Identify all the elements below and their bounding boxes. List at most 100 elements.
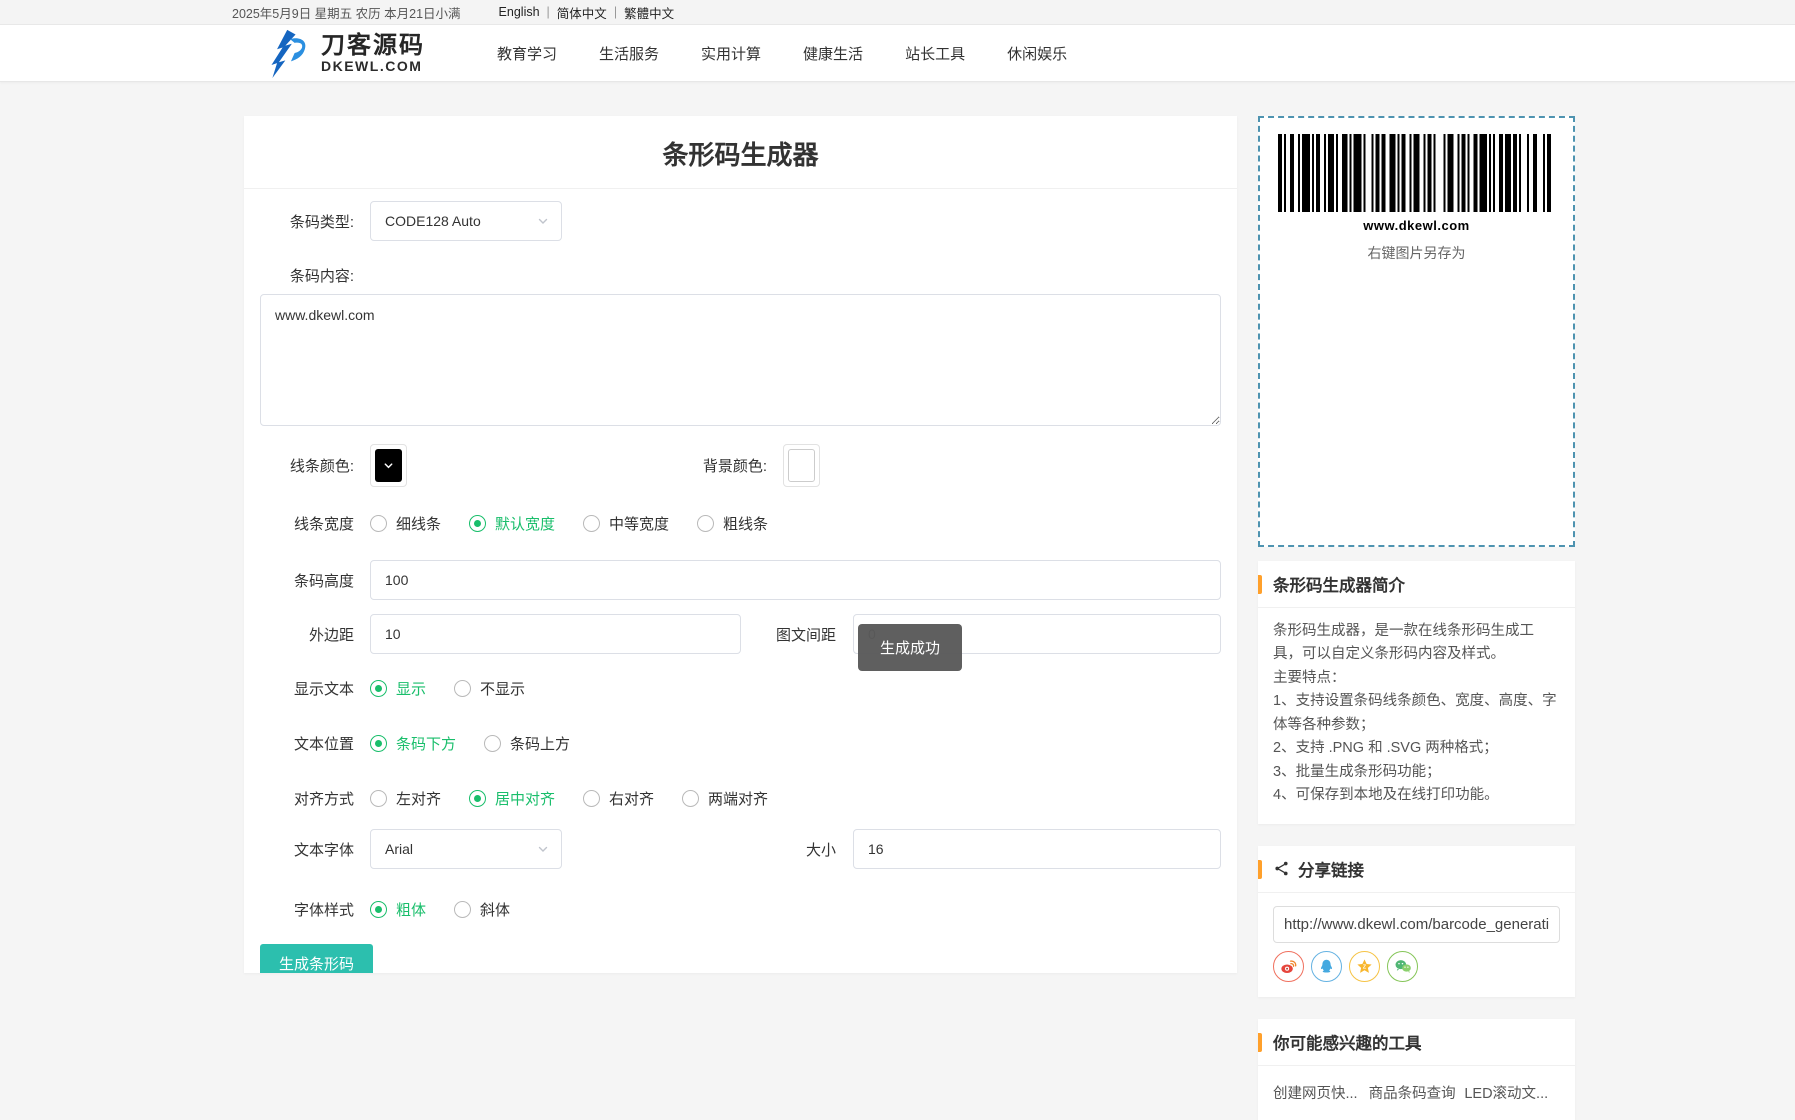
barcode-preview-panel[interactable]: www.dkewl.com 右键图片另存为	[1258, 116, 1575, 547]
line-width-option-0[interactable]: 细线条	[370, 513, 441, 534]
font-style-option-0[interactable]: 粗体	[370, 899, 426, 920]
nav-item-1[interactable]: 生活服务	[597, 37, 661, 70]
logo-icon	[265, 28, 315, 78]
language-link-0[interactable]: English	[499, 5, 540, 19]
generate-barcode-button[interactable]: 生成条形码	[260, 944, 373, 973]
radio-circle-icon	[370, 901, 387, 918]
radio-circle-icon	[682, 790, 699, 807]
text-position-label: 文本位置	[260, 733, 354, 754]
share-icons: Z	[1273, 951, 1560, 982]
line-width-option-2[interactable]: 中等宽度	[583, 513, 669, 534]
show-text-option-1[interactable]: 不显示	[454, 678, 525, 699]
barcode-height-row: 条码高度	[260, 560, 1221, 600]
radio-label: 右对齐	[609, 788, 654, 809]
logo-subtitle: DKEWL.COM	[321, 59, 425, 74]
barcode-image	[1278, 134, 1555, 212]
chevron-down-icon	[537, 843, 549, 855]
separator: |	[547, 5, 550, 19]
share-url-input[interactable]	[1273, 906, 1560, 943]
align-option-3[interactable]: 两端对齐	[682, 788, 768, 809]
barcode-content-input[interactable]: www.dkewl.com	[260, 294, 1221, 426]
tool-link-0[interactable]: 创建网页快...	[1273, 1082, 1369, 1103]
toast: 生成成功	[858, 624, 962, 671]
text-gap-label: 图文间距	[776, 624, 836, 645]
main-nav: 教育学习 生活服务 实用计算 健康生活 站长工具 休闲娱乐	[495, 37, 1069, 70]
radio-label: 条码上方	[510, 733, 570, 754]
bg-color-swatch	[788, 449, 815, 482]
share-icon	[1273, 860, 1290, 877]
radio-label: 居中对齐	[495, 788, 555, 809]
radio-circle-icon	[583, 515, 600, 532]
align-option-2[interactable]: 右对齐	[583, 788, 654, 809]
intro-line-3: 2、支持 .PNG 和 .SVG 两种格式；	[1273, 737, 1560, 760]
font-row: 文本字体 Arial 大小	[260, 829, 1221, 869]
line-width-option-3[interactable]: 粗线条	[697, 513, 768, 534]
text-position-option-0[interactable]: 条码下方	[370, 733, 456, 754]
radio-circle-icon	[697, 515, 714, 532]
radio-circle-icon	[454, 680, 471, 697]
radio-label: 不显示	[480, 678, 525, 699]
bg-color-picker[interactable]	[783, 444, 820, 487]
language-link-2[interactable]: 繁體中文	[624, 3, 674, 22]
intro-line-5: 4、可保存到本地及在线打印功能。	[1273, 784, 1560, 807]
barcode-height-input[interactable]	[370, 560, 1221, 600]
section-marker	[1258, 860, 1262, 879]
qq-icon[interactable]	[1311, 951, 1342, 982]
tool-link-1[interactable]: 商品条码查询	[1369, 1082, 1465, 1103]
font-size-label: 大小	[806, 839, 836, 860]
qzone-icon[interactable]: Z	[1349, 951, 1380, 982]
line-width-label: 线条宽度	[260, 513, 354, 534]
radio-label: 粗线条	[723, 513, 768, 534]
align-option-1[interactable]: 居中对齐	[469, 788, 555, 809]
radio-circle-icon	[583, 790, 600, 807]
text-position-options: 条码下方 条码上方	[370, 733, 570, 754]
section-marker	[1258, 1033, 1262, 1052]
text-font-select[interactable]: Arial	[370, 829, 562, 869]
radio-circle-icon	[370, 790, 387, 807]
intro-line-4: 3、批量生成条形码功能；	[1273, 761, 1560, 784]
barcode-type-select[interactable]: CODE128 Auto	[370, 201, 562, 241]
nav-item-2[interactable]: 实用计算	[699, 37, 763, 70]
barcode-content-label: 条码内容:	[260, 265, 354, 286]
tool-link-2[interactable]: LED滚动文...	[1464, 1082, 1560, 1103]
barcode-generator-card: 条形码生成器 条码类型: CODE128 Auto 条码内容: www.dkew…	[244, 116, 1237, 973]
line-color-picker[interactable]	[370, 444, 407, 487]
intro-line-0: 条形码生成器，是一款在线条形码生成工具，可以自定义条形码内容及样式。	[1273, 620, 1560, 667]
font-style-label: 字体样式	[260, 899, 354, 920]
radio-circle-icon	[484, 735, 501, 752]
intro-line-1: 主要特点：	[1273, 667, 1560, 690]
outer-margin-input[interactable]	[370, 614, 741, 654]
language-link-1[interactable]: 简体中文	[557, 3, 607, 22]
radio-circle-icon	[469, 515, 486, 532]
wechat-icon[interactable]	[1387, 951, 1418, 982]
logo[interactable]: 刀客源码 DKEWL.COM	[265, 28, 465, 78]
line-width-option-1[interactable]: 默认宽度	[469, 513, 555, 534]
barcode-type-value: CODE128 Auto	[385, 213, 481, 229]
radio-label: 显示	[396, 678, 426, 699]
nav-item-0[interactable]: 教育学习	[495, 37, 559, 70]
radio-circle-icon	[370, 680, 387, 697]
show-text-option-0[interactable]: 显示	[370, 678, 426, 699]
radio-circle-icon	[370, 515, 387, 532]
align-option-0[interactable]: 左对齐	[370, 788, 441, 809]
align-options: 左对齐 居中对齐 右对齐 两端对齐	[370, 788, 768, 809]
font-size-input[interactable]	[853, 829, 1221, 869]
line-color-swatch	[375, 449, 402, 482]
font-style-options: 粗体 斜体	[370, 899, 510, 920]
show-text-options: 显示 不显示	[370, 678, 525, 699]
radio-circle-icon	[454, 901, 471, 918]
font-style-option-1[interactable]: 斜体	[454, 899, 510, 920]
radio-label: 条码下方	[396, 733, 456, 754]
text-font-label: 文本字体	[260, 839, 354, 860]
share-card: 分享链接 Z	[1258, 846, 1575, 997]
barcode-form: 条码类型: CODE128 Auto 条码内容: www.dkewl.com 线…	[244, 201, 1237, 973]
nav-item-5[interactable]: 休闲娱乐	[1005, 37, 1069, 70]
outer-margin-label: 外边距	[260, 624, 354, 645]
nav-item-4[interactable]: 站长工具	[903, 37, 967, 70]
text-position-option-1[interactable]: 条码上方	[484, 733, 570, 754]
tools-title: 你可能感兴趣的工具	[1273, 1030, 1422, 1054]
nav-item-3[interactable]: 健康生活	[801, 37, 865, 70]
line-width-row: 线条宽度 细线条 默认宽度 中等宽度 粗线条	[260, 513, 1221, 534]
align-row: 对齐方式 左对齐居中对齐右对齐两端对齐	[260, 788, 1221, 809]
weibo-icon[interactable]	[1273, 951, 1304, 982]
